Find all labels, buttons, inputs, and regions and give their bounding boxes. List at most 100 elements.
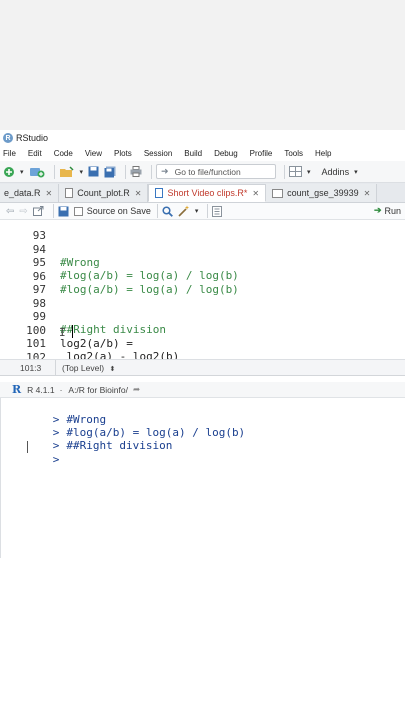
cursor-position: 101:3: [0, 360, 56, 375]
toolbar-separator: [125, 164, 127, 179]
editor-line: 94 #Wrong: [0, 229, 100, 270]
scope-updown-icon: ⬍: [109, 365, 116, 373]
toolbar-separator: [156, 204, 158, 218]
r-file-icon: [65, 188, 74, 198]
editor-line: 101 log2(a) - log2(b): [0, 323, 179, 360]
back-arrow-icon[interactable]: ⇦: [6, 204, 14, 218]
rstudio-window: R RStudio File Edit Code View Plots Sess…: [0, 130, 405, 588]
toolbar-separator: [284, 164, 286, 179]
editor-line: 100 log2(a/b) =: [0, 310, 133, 351]
tab-label: Count_plot.R: [77, 188, 130, 198]
search-icon[interactable]: [162, 204, 173, 218]
tab-label: Short Video clips.R*: [167, 188, 248, 198]
line-code: #log(a/b) = log(a) / log(b): [60, 269, 239, 282]
menu-edit[interactable]: Edit: [28, 149, 42, 158]
console-line: >: [13, 440, 66, 466]
show-in-window-icon[interactable]: [32, 204, 44, 218]
run-arrow-icon: ➔: [373, 205, 382, 215]
new-file-icon[interactable]: [3, 165, 15, 179]
tab-count-plot-r[interactable]: Count_plot.R ✕: [59, 184, 149, 202]
editor-line: 99 ##Right division: [0, 296, 166, 337]
menu-tools[interactable]: Tools: [284, 149, 303, 158]
menu-profile[interactable]: Profile: [250, 149, 273, 158]
menu-bar: File Edit Code View Plots Session Build …: [0, 146, 405, 161]
save-all-icon[interactable]: [104, 165, 116, 179]
toolbar-separator: [53, 164, 55, 179]
menu-session[interactable]: Session: [144, 149, 172, 158]
source-on-save-label: Source on Save: [86, 206, 151, 216]
editor-line: 93: [0, 220, 46, 242]
close-icon[interactable]: ✕: [252, 189, 259, 198]
menu-view[interactable]: View: [85, 149, 102, 158]
print-icon[interactable]: [130, 165, 142, 179]
editor-line: 95 #log(a/b) = log(a) / log(b): [0, 242, 239, 283]
run-label: Run: [384, 205, 401, 216]
open-file-dropdown-icon[interactable]: ▾: [80, 165, 84, 179]
go-to-directory-icon[interactable]: ➦: [133, 384, 140, 395]
top-blank-area: [0, 0, 405, 130]
editor-line: 96 #log(a/b) = log(a) / log(b): [0, 256, 239, 297]
line-code: #log(a/b) = log(a) / log(b): [60, 283, 239, 296]
menu-build[interactable]: Build: [184, 149, 202, 158]
menu-file[interactable]: File: [3, 149, 16, 158]
rstudio-logo-icon: R: [3, 133, 13, 143]
close-icon[interactable]: ✕: [46, 189, 53, 198]
r-version: R 4.1.1: [27, 384, 55, 395]
source-on-save-checkbox[interactable]: [73, 206, 83, 216]
tab-data-r[interactable]: e_data.R ✕: [0, 184, 60, 202]
tab-label: count_gse_39939: [287, 188, 359, 198]
menu-debug[interactable]: Debug: [214, 149, 238, 158]
toolbar-separator: [151, 164, 153, 179]
goto-placeholder: Go to file/function: [174, 166, 241, 177]
editor-toolbar: ⇦ ⇨ Source on Save ▾ ➔ Run: [0, 203, 405, 220]
r-file-icon: [155, 188, 164, 198]
r-console[interactable]: > #Wrong > #log(a/b) = log(a) / log(b) > ##…: [0, 398, 405, 558]
close-icon[interactable]: ✕: [364, 189, 371, 198]
line-code: log2(a/b) =: [60, 337, 133, 350]
new-file-dropdown-icon[interactable]: ▾: [20, 165, 24, 179]
code-editor[interactable]: 93 94 #Wrong 95 #log(a/b) = log(a) / log…: [0, 220, 405, 360]
new-project-icon[interactable]: [29, 165, 45, 179]
toolbar-separator: [207, 204, 209, 218]
grid-layout-dropdown-icon[interactable]: ▾: [307, 165, 311, 179]
goto-arrow-icon: ➜: [161, 166, 169, 176]
addins-label: Addins: [321, 166, 350, 177]
run-button[interactable]: ➔ Run: [374, 205, 401, 216]
console-prompt: >: [52, 453, 60, 466]
addins-button[interactable]: Addins ▾: [322, 167, 358, 177]
line-number: 102: [26, 350, 46, 360]
menu-plots[interactable]: Plots: [114, 149, 132, 158]
editor-status-bar: 101:3 (Top Level) ⬍: [0, 360, 405, 376]
goto-file-input[interactable]: ➜ Go to file/function: [156, 164, 277, 179]
toolbar-separator: [52, 204, 54, 218]
code-tools-dropdown-icon[interactable]: ▾: [195, 204, 199, 218]
console-line: > ##Right division: [13, 426, 173, 452]
menu-code[interactable]: Code: [54, 149, 73, 158]
console-line: > #Wrong: [13, 400, 106, 426]
open-file-icon[interactable]: [59, 165, 75, 179]
close-icon[interactable]: ✕: [135, 189, 142, 198]
editor-line: 97: [0, 269, 46, 296]
tab-short-video-clips-r[interactable]: Short Video clips.R* ✕: [148, 184, 267, 202]
console-caret: [27, 441, 28, 453]
r-logo-icon: R: [12, 383, 22, 396]
scope-selector[interactable]: (Top Level) ⬍: [56, 363, 115, 373]
console-line: > #log(a/b) = log(a) / log(b): [13, 413, 245, 439]
bottom-blank-area: [0, 588, 405, 720]
compile-report-icon[interactable]: [212, 204, 223, 218]
save-icon[interactable]: [88, 165, 99, 179]
console-header: R R 4.1.1 · A:/R for Bioinfo/ ➦: [0, 382, 405, 398]
window-title: RStudio: [16, 133, 49, 143]
save-icon[interactable]: [58, 204, 69, 218]
separator-dot: ·: [59, 384, 63, 395]
forward-arrow-icon[interactable]: ⇨: [19, 204, 27, 218]
code-tools-wand-icon[interactable]: [178, 204, 190, 218]
editor-line: 98: [0, 283, 46, 310]
scope-label: (Top Level): [62, 362, 105, 373]
editor-tabs: e_data.R ✕ Count_plot.R ✕ Short Video cl…: [0, 183, 405, 203]
title-bar: R RStudio: [0, 130, 405, 146]
grid-layout-icon[interactable]: [289, 165, 303, 179]
working-directory: A:/R for Bioinfo/: [68, 384, 128, 395]
tab-count-gse-39939[interactable]: count_gse_39939 ✕: [266, 184, 378, 202]
menu-help[interactable]: Help: [315, 149, 331, 158]
